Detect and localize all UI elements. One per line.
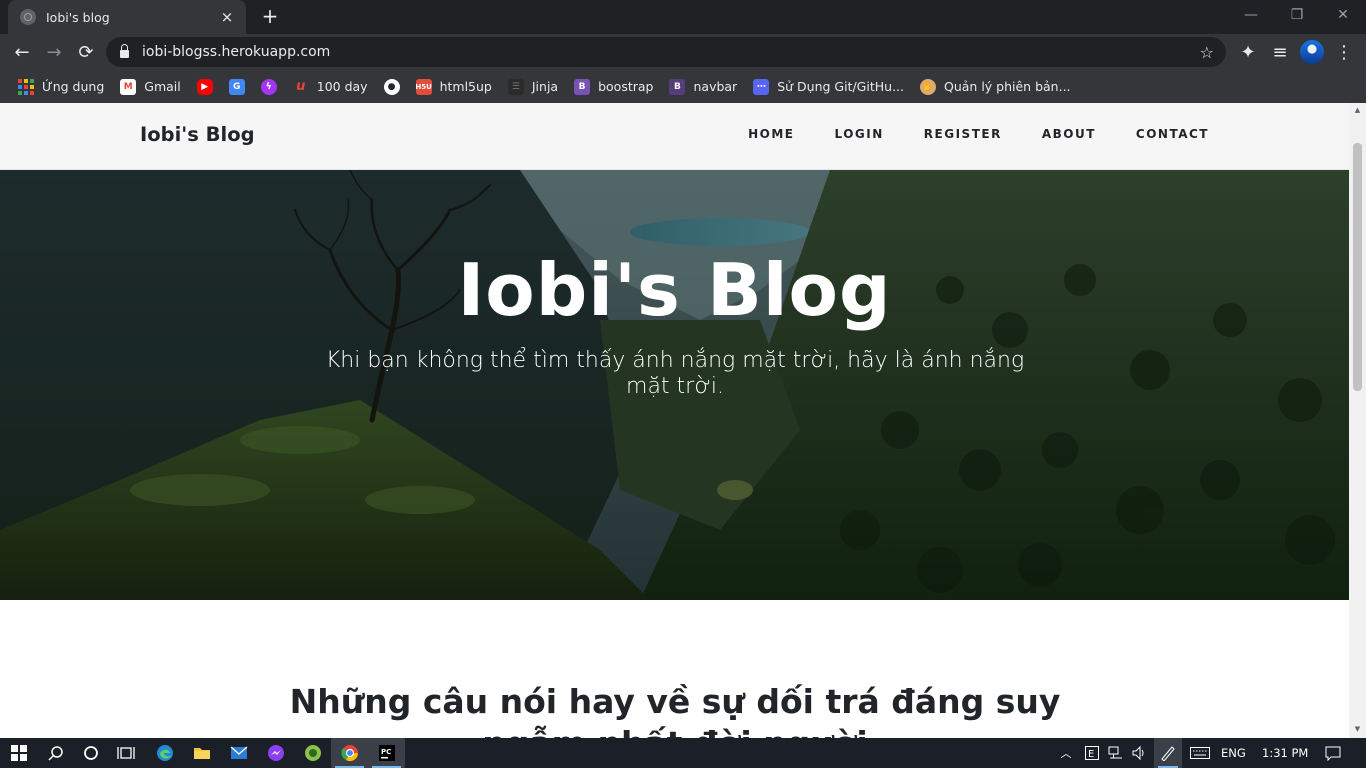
scroll-down-icon[interactable]: ▼: [1353, 725, 1362, 735]
bookmark-label: html5up: [439, 79, 492, 94]
restore-button[interactable]: ❐: [1274, 0, 1320, 30]
hero-title: Iobi's Blog: [457, 248, 892, 332]
apps-grid-icon: [18, 78, 34, 95]
bookmark-label: Quản lý phiên bản...: [944, 79, 1071, 94]
bookmark-git-github[interactable]: ⋯ Sử Dụng Git/GitHu...: [747, 74, 910, 100]
bookmark-youtube[interactable]: ▶: [191, 74, 219, 100]
svg-text:PC: PC: [381, 748, 391, 756]
back-button[interactable]: ←: [8, 38, 36, 66]
address-bar[interactable]: iobi-blogss.herokuapp.com ☆: [106, 37, 1226, 67]
hand-icon: ✋: [920, 78, 936, 95]
github-icon: ●: [383, 78, 400, 95]
reload-button[interactable]: ⟳: [72, 38, 100, 66]
jinja-icon: ☰: [507, 78, 524, 95]
chrome-taskbar-icon[interactable]: [331, 738, 368, 768]
bookmark-label: Ứng dụng: [42, 79, 105, 94]
bootstrap-icon: B: [574, 78, 591, 95]
youtube-icon: ▶: [196, 78, 213, 95]
hero-banner: Iobi's Blog Khi bạn không thể tìm thấy á…: [0, 170, 1349, 600]
bookmark-star-icon[interactable]: ☆: [1200, 43, 1214, 62]
volume-icon[interactable]: [1128, 738, 1152, 768]
browser-tabstrip: Iobi's blog × + — ❐ ✕: [0, 0, 1366, 34]
messenger-icon: ϟ: [260, 78, 277, 95]
hero-subtitle: Khi bạn không thể tìm thấy ánh nắng mặt …: [325, 348, 1025, 399]
site-brand[interactable]: Iobi's Blog: [140, 123, 255, 146]
nav-links: HOME LOGIN REGISTER ABOUT CONTACT: [748, 127, 1209, 141]
extensions-icon[interactable]: ✦: [1234, 38, 1262, 66]
bookmark-version-control[interactable]: ✋ Quản lý phiên bản...: [914, 74, 1077, 100]
page-viewport: Iobi's Blog HOME LOGIN REGISTER ABOUT CO…: [0, 103, 1366, 738]
nav-login[interactable]: LOGIN: [835, 127, 884, 141]
profile-avatar[interactable]: [1300, 40, 1324, 64]
page-scrollbar[interactable]: ▲ ▼: [1349, 103, 1366, 738]
svg-text:E: E: [1088, 749, 1094, 760]
bookmark-jinja[interactable]: ☰ Jinja: [502, 74, 564, 100]
edge-icon[interactable]: [146, 738, 183, 768]
bookmark-github[interactable]: ●: [378, 74, 406, 100]
nav-contact[interactable]: CONTACT: [1136, 127, 1209, 141]
bookmarks-bar: Ứng dụng M Gmail ▶ G ϟ u 100 day ● H5U h…: [0, 70, 1366, 103]
bookmark-label: Gmail: [144, 79, 181, 94]
bookmark-label: Sử Dụng Git/GitHu...: [777, 79, 904, 94]
cortana-icon[interactable]: [72, 738, 109, 768]
bookmark-label: boostrap: [598, 79, 654, 94]
forward-button[interactable]: →: [40, 38, 68, 66]
browser-tab[interactable]: Iobi's blog ×: [8, 0, 246, 34]
media-control-icon[interactable]: ≡: [1266, 38, 1294, 66]
bootstrap-icon: B: [669, 78, 686, 95]
pycharm-taskbar-icon[interactable]: PC: [368, 738, 405, 768]
windows-taskbar: PC ︿ E ENG 1:31 PM: [0, 738, 1366, 768]
pen-workspace-icon[interactable]: [1154, 738, 1182, 768]
minimize-button[interactable]: —: [1228, 0, 1274, 30]
network-icon[interactable]: [1104, 738, 1128, 768]
bookmark-boostrap[interactable]: B boostrap: [568, 74, 659, 100]
site-navbar: Iobi's Blog HOME LOGIN REGISTER ABOUT CO…: [0, 103, 1349, 170]
lock-icon[interactable]: [120, 44, 129, 58]
tab-title: Iobi's blog: [46, 9, 110, 25]
new-tab-button[interactable]: +: [258, 5, 282, 29]
bookmark-gmail[interactable]: M Gmail: [114, 74, 186, 100]
nav-about[interactable]: ABOUT: [1042, 127, 1096, 141]
close-window-button[interactable]: ✕: [1320, 0, 1366, 30]
bookmark-label: 100 day: [316, 79, 368, 94]
show-hidden-icons-icon[interactable]: ︿: [1054, 738, 1078, 768]
url-text[interactable]: iobi-blogss.herokuapp.com: [142, 44, 1200, 60]
input-method-icon[interactable]: E: [1080, 738, 1104, 768]
task-view-icon[interactable]: [107, 738, 144, 768]
touch-keyboard-icon[interactable]: [1186, 738, 1214, 768]
green-app-icon[interactable]: [294, 738, 331, 768]
chrome-menu-icon[interactable]: ⋮: [1330, 38, 1358, 66]
bookmark-100-day[interactable]: u 100 day: [287, 74, 374, 100]
bookmark-messenger[interactable]: ϟ: [255, 74, 283, 100]
browser-toolbar: ← → ⟳ iobi-blogss.herokuapp.com ☆ ✦ ≡ ⋮: [0, 34, 1366, 70]
language-indicator[interactable]: ENG: [1221, 746, 1246, 760]
scrollbar-thumb[interactable]: [1353, 143, 1362, 391]
google-translate-icon: G: [228, 78, 245, 95]
clock[interactable]: 1:31 PM: [1262, 746, 1308, 760]
bookmark-label: navbar: [693, 79, 738, 94]
bookmark-apps[interactable]: Ứng dụng: [12, 74, 110, 100]
gmail-icon: M: [120, 78, 137, 95]
100day-icon: u: [296, 79, 306, 94]
start-button[interactable]: [0, 738, 37, 768]
nav-home[interactable]: HOME: [748, 127, 794, 141]
git-icon: ⋯: [753, 78, 770, 95]
bookmark-label: Jinja: [531, 79, 559, 94]
notifications-icon[interactable]: [1318, 738, 1348, 768]
nav-register[interactable]: REGISTER: [924, 127, 1002, 141]
file-explorer-icon[interactable]: [183, 738, 220, 768]
windows-logo-icon: [10, 745, 27, 761]
search-icon[interactable]: [37, 738, 74, 768]
bookmark-google-translate[interactable]: G: [223, 74, 251, 100]
globe-icon: [20, 9, 36, 25]
post-title[interactable]: Những câu nói hay về sự dối trá đáng suy…: [280, 681, 1070, 738]
mail-icon[interactable]: [220, 738, 257, 768]
close-tab-icon[interactable]: ×: [218, 8, 236, 26]
html5up-icon: H5U: [415, 78, 432, 95]
scroll-up-icon[interactable]: ▲: [1353, 106, 1362, 116]
messenger-taskbar-icon[interactable]: [257, 738, 294, 768]
bookmark-html5up[interactable]: H5U html5up: [410, 74, 498, 100]
bookmark-navbar[interactable]: B navbar: [663, 74, 743, 100]
